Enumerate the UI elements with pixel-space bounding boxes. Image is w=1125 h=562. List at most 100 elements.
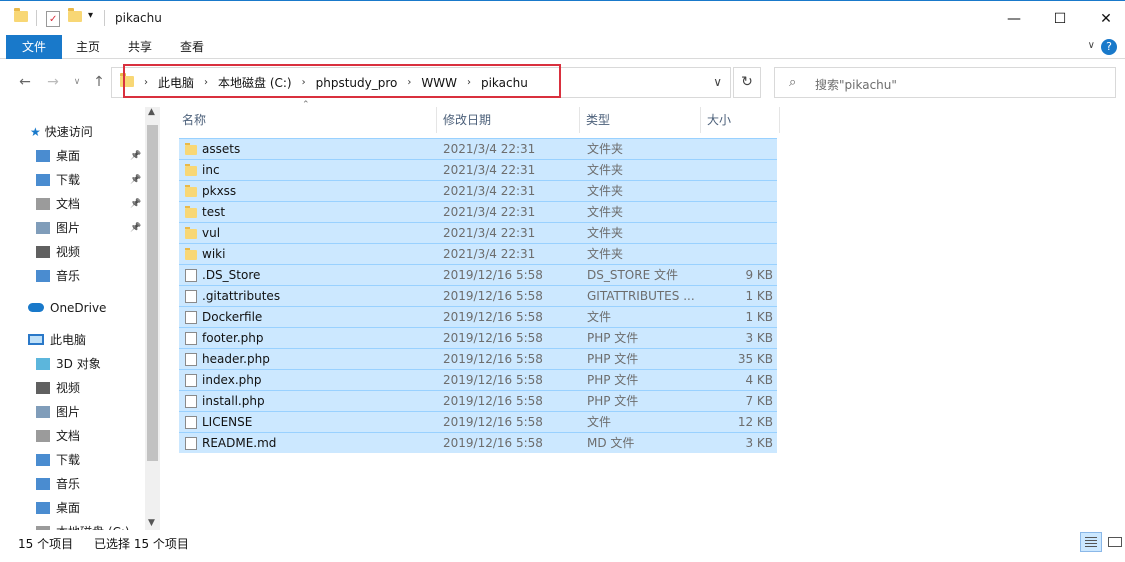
table-row[interactable]: pkxss 2021/3/4 22:31 文件夹 (179, 180, 777, 201)
scroll-down-icon[interactable]: ▼ (148, 518, 155, 528)
help-icon[interactable]: ? (1101, 39, 1117, 55)
table-row[interactable]: Dockerfile 2019/12/16 5:58 文件 1 KB (179, 306, 777, 327)
cloud-icon (28, 303, 44, 312)
nav-item-pictures[interactable]: 图片 📌 (36, 217, 141, 239)
pin-icon[interactable]: 📌 (130, 145, 141, 167)
table-row[interactable]: footer.php 2019/12/16 5:58 PHP 文件 3 KB (179, 327, 777, 348)
divider (104, 10, 105, 26)
close-button[interactable]: ✕ (1083, 2, 1125, 35)
column-header-date[interactable]: 修改日期 (437, 107, 579, 133)
nav-label: 视频 (56, 381, 81, 395)
table-row[interactable]: .DS_Store 2019/12/16 5:58 DS_STORE 文件 9 KB (179, 264, 777, 285)
refresh-icon[interactable]: ↻ (733, 67, 761, 98)
nav-item-desktop[interactable]: 桌面 📌 (36, 145, 141, 167)
details-view-icon[interactable] (1080, 532, 1102, 552)
forward-arrow-icon[interactable]: → (42, 71, 64, 93)
large-icons-view-icon[interactable] (1104, 532, 1125, 552)
file-date: 2019/12/16 5:58 (443, 352, 543, 366)
highlight-annotation (123, 64, 561, 98)
column-header-name[interactable]: 名称 (176, 107, 436, 133)
nav-this-pc[interactable]: 此电脑 (28, 329, 86, 351)
file-name: header.php (202, 352, 270, 366)
file-date: 2019/12/16 5:58 (443, 268, 543, 282)
file-type: 文件夹 (587, 142, 624, 156)
nav-onedrive[interactable]: OneDrive (28, 297, 106, 319)
table-row[interactable]: index.php 2019/12/16 5:58 PHP 文件 4 KB (179, 369, 777, 390)
file-date: 2021/3/4 22:31 (443, 226, 536, 240)
nav-item-download[interactable]: 下载 📌 (36, 169, 141, 191)
table-row[interactable]: wiki 2021/3/4 22:31 文件夹 (179, 243, 777, 264)
nav-scrollbar[interactable]: ▲ ▼ (145, 107, 160, 530)
file-type: 文件夹 (587, 184, 624, 198)
pin-icon[interactable]: 📌 (130, 193, 141, 215)
column-divider[interactable] (779, 107, 780, 133)
nav-label: 文档 (56, 429, 81, 443)
file-size (703, 244, 773, 264)
pin-icon[interactable]: 📌 (130, 217, 141, 239)
tab-file[interactable]: 文件 (6, 35, 62, 59)
table-row[interactable]: test 2021/3/4 22:31 文件夹 (179, 201, 777, 222)
column-header-type[interactable]: 类型 (580, 107, 700, 133)
explorer-window: ✓ ▾ pikachu — ☐ ✕ 文件 主页 共享 查看 ∨ ? ← → ∨ … (0, 0, 1125, 562)
file-date: 2019/12/16 5:58 (443, 310, 543, 324)
table-row[interactable]: install.php 2019/12/16 5:58 PHP 文件 7 KB (179, 390, 777, 411)
nav-item-document[interactable]: 文档 (36, 425, 80, 447)
minimize-button[interactable]: — (991, 2, 1037, 35)
file-size: 4 KB (745, 373, 773, 387)
file-size: 35 KB (737, 352, 773, 366)
file-date: 2021/3/4 22:31 (443, 142, 536, 156)
table-row[interactable]: LICENSE 2019/12/16 5:58 文件 12 KB (179, 411, 777, 432)
file-type: 文件 (587, 415, 612, 429)
tab-home[interactable]: 主页 (66, 35, 110, 59)
file-name: assets (202, 142, 241, 156)
tab-view[interactable]: 查看 (170, 35, 214, 59)
file-icon (185, 374, 197, 387)
selected-count: 已选择 15 个项目 (94, 537, 189, 551)
search-input[interactable]: ⌕ 搜索"pikachu" (774, 67, 1116, 98)
nav-item-drive[interactable]: 本地磁盘 (C:) (36, 521, 130, 530)
nav-item-document[interactable]: 文档 📌 (36, 193, 141, 215)
back-arrow-icon[interactable]: ← (14, 71, 36, 93)
table-row[interactable]: README.md 2019/12/16 5:58 MD 文件 3 KB (179, 432, 777, 453)
file-name: inc (202, 163, 220, 177)
nav-quick-access[interactable]: ★ 快速访问 (30, 121, 93, 143)
column-header-size[interactable]: 大小 (701, 107, 779, 133)
table-row[interactable]: header.php 2019/12/16 5:58 PHP 文件 35 KB (179, 348, 777, 369)
file-size (703, 139, 773, 159)
nav-item-video[interactable]: 视频 (36, 377, 80, 399)
nav-item-3d-objects[interactable]: 3D 对象 (36, 353, 101, 375)
desktop-icon (36, 150, 50, 162)
up-arrow-icon[interactable]: ↑ (88, 71, 110, 93)
nav-item-music[interactable]: 音乐 (36, 265, 80, 287)
tab-share[interactable]: 共享 (118, 35, 162, 59)
nav-label: 桌面 (56, 501, 81, 515)
scrollbar-thumb[interactable] (147, 125, 158, 461)
nav-item-video[interactable]: 视频 (36, 241, 80, 263)
file-size: 9 KB (745, 268, 773, 282)
nav-item-music[interactable]: 音乐 (36, 473, 80, 495)
nav-label: 桌面 (56, 149, 81, 163)
file-name: .gitattributes (202, 289, 281, 303)
nav-item-pictures[interactable]: 图片 (36, 401, 80, 423)
folder-icon (14, 8, 28, 27)
recent-locations-icon[interactable]: ∨ (66, 71, 88, 93)
new-folder-icon[interactable] (68, 8, 82, 27)
table-row[interactable]: .gitattributes 2019/12/16 5:58 GITATTRIBUT… (179, 285, 777, 306)
scroll-up-icon[interactable]: ▲ (148, 107, 155, 117)
chevron-down-icon[interactable]: ∨ (713, 75, 722, 89)
nav-label: 此电脑 (50, 333, 87, 347)
pin-icon[interactable]: 📌 (130, 169, 141, 191)
table-row[interactable]: assets 2021/3/4 22:31 文件夹 (179, 138, 777, 159)
folder-icon (185, 185, 197, 197)
table-row[interactable]: vul 2021/3/4 22:31 文件夹 (179, 222, 777, 243)
nav-label: 音乐 (56, 477, 81, 491)
table-row[interactable]: inc 2021/3/4 22:31 文件夹 (179, 159, 777, 180)
customize-qat-icon[interactable]: ▾ (88, 10, 93, 26)
document-icon (36, 430, 50, 442)
expand-ribbon-icon[interactable]: ∨ (1088, 40, 1095, 51)
properties-icon[interactable]: ✓ (46, 11, 60, 27)
nav-label: 3D 对象 (56, 357, 101, 371)
nav-item-desktop[interactable]: 桌面 (36, 497, 80, 519)
maximize-button[interactable]: ☐ (1037, 2, 1083, 35)
nav-item-download[interactable]: 下载 (36, 449, 80, 471)
